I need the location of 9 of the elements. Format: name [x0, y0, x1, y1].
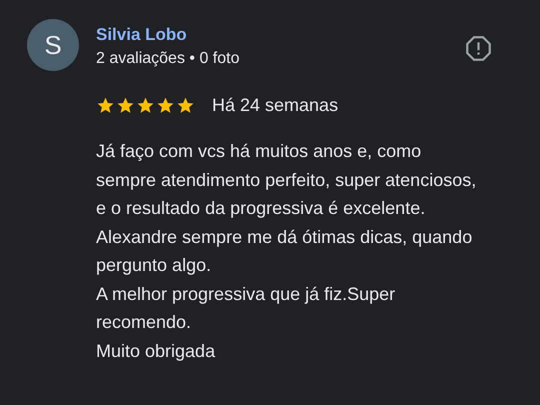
review-text: Muito obrigada [96, 340, 216, 363]
author-meta: 2 avaliações • 0 foto [96, 49, 240, 69]
review-text: A melhor progressiva que já fiz.Super recomendo. [96, 282, 396, 334]
author-name[interactable]: Silvia Lobo [96, 24, 240, 46]
report-icon[interactable] [465, 35, 492, 62]
review-text: Alexandre sempre me dá ótimas dicas, quando pergunto algo. [96, 226, 474, 277]
review-time: Há 24 semanas [212, 94, 338, 117]
review-text: Já faço com vcs há muitos anos e, como sempre atendimento perfeito, super atenciosos, e o resultado da progressiva é excelente. [96, 140, 478, 220]
avatar: S [27, 19, 79, 71]
